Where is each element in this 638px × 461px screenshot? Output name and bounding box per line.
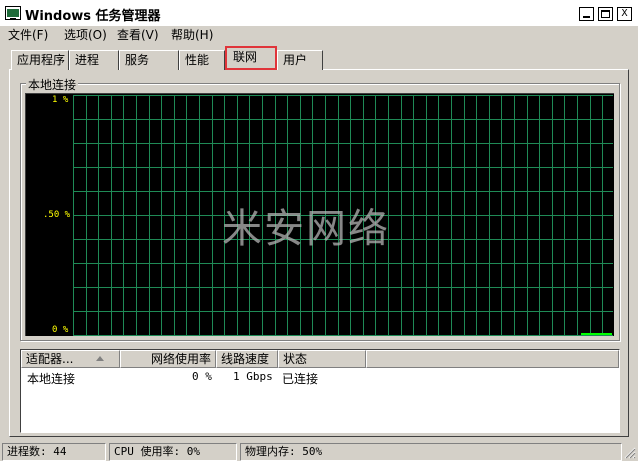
menu-bar: 文件(F) 选项(O) 查看(V) 帮助(H) bbox=[0, 24, 638, 44]
maximize-icon bbox=[601, 10, 610, 18]
row-status: 已连接 bbox=[282, 372, 319, 386]
watermark-text: 米安网络 bbox=[222, 206, 390, 252]
window-title: Windows 任务管理器 bbox=[25, 9, 161, 24]
tab-applications[interactable]: 应用程序 bbox=[11, 50, 69, 70]
y-label-mid: .50 % bbox=[43, 210, 71, 220]
tab-strip: 应用程序 进程 服务 性能 联网 用户 bbox=[0, 46, 638, 70]
menu-view[interactable]: 查看(V) bbox=[117, 26, 159, 43]
status-processes: 进程数: 44 bbox=[2, 443, 106, 461]
row-adapter: 本地连接 bbox=[27, 372, 76, 386]
status-memory: 物理内存: 50% bbox=[240, 443, 622, 461]
tab-services[interactable]: 服务 bbox=[119, 50, 179, 70]
y-label-bottom: 0 % bbox=[52, 325, 69, 335]
column-usage[interactable]: 网络使用率 bbox=[120, 350, 216, 368]
status-cpu: CPU 使用率: 0% bbox=[109, 443, 237, 461]
y-label-top: 1 % bbox=[52, 95, 69, 105]
title-bar[interactable]: Windows 任务管理器 X bbox=[0, 0, 638, 26]
close-button[interactable]: X bbox=[617, 7, 632, 21]
column-status[interactable]: 状态 bbox=[278, 350, 366, 368]
sort-ascending-icon bbox=[96, 356, 104, 361]
column-adapter[interactable]: 适配器... bbox=[21, 350, 120, 368]
task-manager-window: Windows 任务管理器 X 文件(F) 选项(O) 查看(V) 帮助(H) … bbox=[0, 0, 638, 461]
tab-networking[interactable]: 联网 bbox=[225, 46, 277, 70]
row-speed: 1 Gbps bbox=[233, 370, 273, 383]
maximize-button[interactable] bbox=[598, 7, 613, 21]
tab-performance[interactable]: 性能 bbox=[179, 50, 225, 70]
menu-options[interactable]: 选项(O) bbox=[64, 26, 107, 43]
minimize-icon bbox=[583, 16, 590, 18]
tab-users[interactable]: 用户 bbox=[277, 50, 323, 70]
row-usage: 0 % bbox=[192, 370, 212, 383]
table-row[interactable]: 本地连接 0 % 1 Gbps 已连接 bbox=[21, 369, 619, 386]
connection-group-label: 本地连接 bbox=[26, 76, 79, 93]
adapter-list[interactable]: 适配器... 网络使用率 线路速度 状态 本地连接 0 % 1 Gbps 已连接 bbox=[20, 349, 620, 433]
column-filler bbox=[366, 350, 619, 368]
status-bar: 进程数: 44 CPU 使用率: 0% 物理内存: 50% bbox=[0, 441, 638, 461]
column-adapter-label: 适配器... bbox=[26, 352, 74, 366]
menu-file[interactable]: 文件(F) bbox=[8, 26, 48, 43]
resize-grip-icon[interactable] bbox=[624, 447, 636, 459]
close-icon: X bbox=[621, 8, 628, 19]
minimize-button[interactable] bbox=[579, 7, 594, 21]
menu-help[interactable]: 帮助(H) bbox=[171, 26, 213, 43]
adapter-list-header: 适配器... 网络使用率 线路速度 状态 bbox=[21, 350, 619, 368]
tab-processes[interactable]: 进程 bbox=[69, 50, 119, 70]
task-manager-icon bbox=[5, 6, 21, 20]
column-speed[interactable]: 线路速度 bbox=[216, 350, 278, 368]
